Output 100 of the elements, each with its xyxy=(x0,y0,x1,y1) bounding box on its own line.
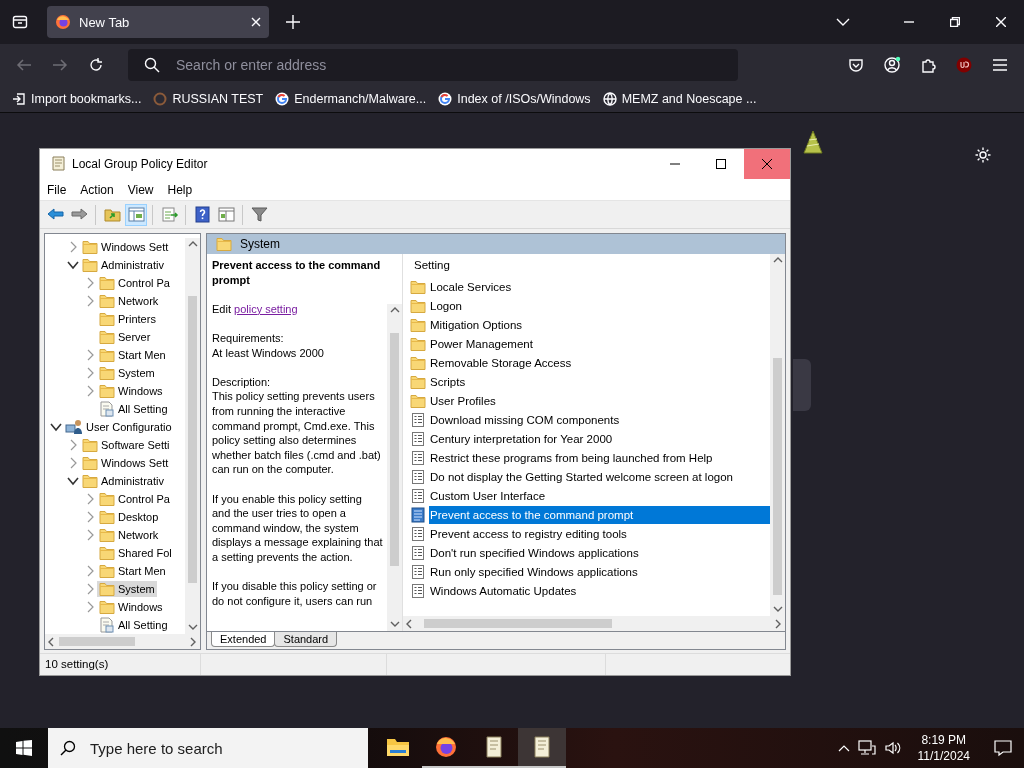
list-item[interactable]: Prevent access to the command prompt xyxy=(429,505,770,524)
bookmark[interactable]: Index of /ISOs/Windows xyxy=(438,92,591,106)
view-tab[interactable]: Extended xyxy=(211,632,276,647)
tab-list-icon[interactable] xyxy=(12,14,28,30)
settings-icon[interactable] xyxy=(974,146,992,164)
taskbar-search-box[interactable]: Type here to search xyxy=(48,728,368,768)
reload-icon[interactable] xyxy=(88,57,104,73)
tree-item[interactable]: Start Men xyxy=(97,563,168,579)
tree-item[interactable]: Administrativ xyxy=(80,473,166,489)
notifications-icon[interactable] xyxy=(994,739,1012,757)
address-bar[interactable]: Search or enter address xyxy=(128,49,738,81)
bookmark[interactable]: RUSSIAN TEST xyxy=(153,92,264,106)
extensions-icon[interactable] xyxy=(920,57,936,73)
policy-setting-link[interactable]: policy setting xyxy=(234,302,298,315)
tab-list-chevron-icon[interactable] xyxy=(836,18,850,26)
tree-item[interactable]: Software Setti xyxy=(80,437,172,453)
list-item[interactable]: Prevent access to registry editing tools xyxy=(429,524,770,543)
menu-item[interactable]: View xyxy=(120,182,161,197)
description-scrollbar[interactable] xyxy=(387,304,402,631)
back-icon[interactable] xyxy=(16,58,32,72)
list-item[interactable]: Scripts xyxy=(429,372,770,391)
tree-item[interactable]: Windows Sett xyxy=(80,239,171,255)
tree-scrollbar[interactable] xyxy=(185,238,200,634)
show-hidden-icons-icon[interactable] xyxy=(837,744,850,752)
list-horizontal-scrollbar[interactable] xyxy=(403,616,785,631)
bookmark[interactable]: Import bookmarks... xyxy=(12,92,142,106)
panel-background xyxy=(793,359,811,411)
scrollbar-thumb[interactable] xyxy=(424,619,612,628)
list-item[interactable]: Custom User Interface xyxy=(429,486,770,505)
tree-item[interactable]: Desktop xyxy=(97,509,161,525)
menu-item[interactable]: File xyxy=(40,182,74,197)
list-item[interactable]: Don't run specified Windows applications xyxy=(429,543,770,562)
tree-item[interactable]: Control Pa xyxy=(97,491,172,507)
folder-icon xyxy=(410,279,426,294)
tree-item[interactable]: System xyxy=(97,365,157,381)
browser-tab[interactable]: New Tab xyxy=(47,6,269,38)
list-item[interactable]: Download missing COM components xyxy=(429,410,770,429)
account-icon[interactable] xyxy=(883,56,901,74)
tree-item[interactable]: Start Men xyxy=(97,347,168,363)
close-icon[interactable] xyxy=(996,17,1006,27)
policy-icon xyxy=(411,506,425,523)
requirements-label: Requirements: xyxy=(212,330,285,346)
scrollbar-thumb[interactable] xyxy=(773,358,782,596)
scrollbar-thumb[interactable] xyxy=(390,332,399,567)
volume-icon[interactable] xyxy=(883,740,902,756)
restore-icon[interactable] xyxy=(950,17,960,27)
toolbar-button[interactable] xyxy=(125,203,147,226)
tree-item[interactable]: System xyxy=(97,581,157,597)
bookmark[interactable]: Endermanch/Malware... xyxy=(275,92,427,106)
menu-item[interactable]: Action xyxy=(73,182,121,197)
list-item[interactable]: Power Management xyxy=(429,334,770,353)
forward-icon[interactable] xyxy=(52,58,68,72)
tree-item[interactable]: Shared Fol xyxy=(97,545,174,561)
folder-icon xyxy=(99,510,115,524)
list-item[interactable]: Do not display the Getting Started welcome screen at logon xyxy=(429,467,770,486)
network-icon[interactable] xyxy=(857,740,876,756)
tree-item[interactable]: Network xyxy=(97,293,161,309)
tree-item[interactable]: Administrativ xyxy=(80,257,166,273)
new-tab-icon[interactable] xyxy=(286,15,300,29)
scrollbar-thumb[interactable] xyxy=(59,637,136,646)
list-item[interactable]: Windows Automatic Updates xyxy=(429,581,770,600)
tree-item[interactable]: All Setting xyxy=(97,400,170,418)
list-item[interactable]: Mitigation Options xyxy=(429,315,770,334)
windows-logo-icon xyxy=(16,740,32,756)
tree-item[interactable]: Windows Sett xyxy=(80,455,171,471)
taskbar-button[interactable] xyxy=(518,728,566,768)
scrollbar-thumb[interactable] xyxy=(188,296,197,584)
description-paragraph: If you enable this policy setting and the user tries to open a command window, the system displays a message explaining that a setting prevents the action. xyxy=(212,491,383,565)
clock-time[interactable]: 8:19 PM xyxy=(921,732,967,748)
tree-horizontal-scrollbar[interactable] xyxy=(45,634,200,649)
list-item[interactable]: Run only specified Windows applications xyxy=(429,562,770,581)
menu-item[interactable]: Help xyxy=(160,182,200,197)
bookmark[interactable]: MEMZ and Noescape ... xyxy=(602,92,757,106)
menu-icon[interactable] xyxy=(992,58,1008,72)
tree-item[interactable]: All Setting xyxy=(97,616,170,634)
list-item[interactable]: Century interpretation for Year 2000 xyxy=(429,429,770,448)
tree-item[interactable]: Server xyxy=(97,329,153,345)
tree-item[interactable]: Windows xyxy=(97,599,165,615)
tree-item[interactable]: User Configuratio xyxy=(63,418,174,436)
tree-item[interactable]: Printers xyxy=(97,311,158,327)
firefox-icon xyxy=(434,735,458,759)
policy-icon xyxy=(411,449,425,466)
view-tab[interactable]: Standard xyxy=(274,632,338,647)
tree-item[interactable]: Network xyxy=(97,527,161,543)
help-icon xyxy=(192,205,212,224)
list-item[interactable]: Restrict these programs from being launched from Help xyxy=(429,448,770,467)
close-tab-icon[interactable] xyxy=(251,17,261,27)
search-field[interactable]: Type here to search xyxy=(88,738,368,758)
list-scrollbar[interactable] xyxy=(770,254,785,616)
column-header[interactable]: Setting xyxy=(403,254,770,277)
list-item[interactable]: Removable Storage Access xyxy=(429,353,770,372)
pane-view-icon xyxy=(216,205,236,224)
list-item[interactable]: Locale Services xyxy=(429,277,770,296)
clock-date[interactable]: 11/1/2024 xyxy=(917,748,970,764)
list-item[interactable]: Logon xyxy=(429,296,770,315)
tree-item[interactable]: Control Pa xyxy=(97,275,172,291)
shield-extension-icon[interactable] xyxy=(956,57,972,73)
list-item[interactable]: User Profiles xyxy=(429,391,770,410)
pocket-icon[interactable] xyxy=(848,57,864,73)
tree-item[interactable]: Windows xyxy=(97,383,165,399)
